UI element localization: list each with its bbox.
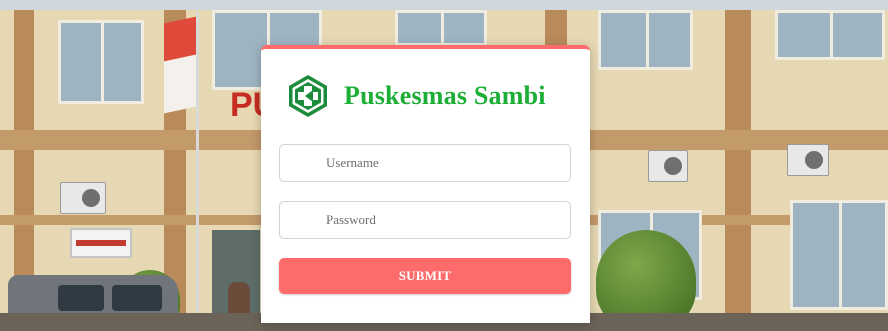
username-input[interactable] [279, 144, 571, 182]
building-window [775, 10, 885, 60]
building-window [58, 20, 144, 104]
building-window [395, 10, 487, 46]
building-window [790, 200, 888, 310]
password-input[interactable] [279, 201, 571, 239]
puskesmas-logo-icon [286, 74, 330, 118]
building-window [598, 10, 693, 70]
brand: Puskesmas Sambi [286, 73, 546, 119]
app-title: Puskesmas Sambi [344, 81, 546, 110]
submit-button[interactable]: SUBMIT [279, 258, 571, 294]
notice-board [70, 228, 132, 258]
flag-white [164, 54, 196, 114]
air-conditioner [60, 182, 106, 214]
flag-pole [196, 12, 199, 312]
building-pillar [725, 10, 751, 331]
air-conditioner [787, 144, 829, 176]
air-conditioner [648, 150, 688, 182]
login-card: Puskesmas Sambi SUBMIT [261, 45, 590, 323]
